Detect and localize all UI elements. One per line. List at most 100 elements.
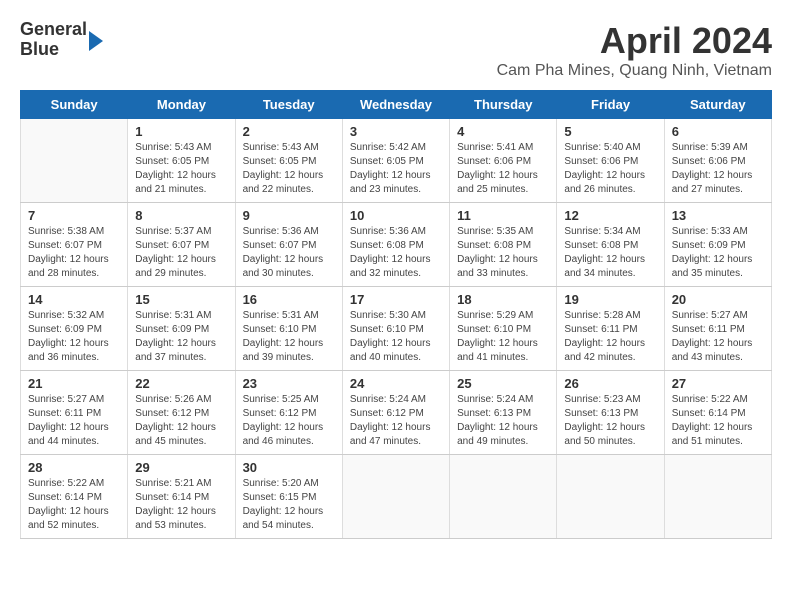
day-info: Sunrise: 5:26 AM Sunset: 6:12 PM Dayligh…	[135, 393, 227, 449]
day-info: Sunrise: 5:43 AM Sunset: 6:05 PM Dayligh…	[135, 141, 227, 197]
day-number: 21	[28, 376, 120, 391]
calendar-day	[450, 455, 557, 539]
calendar-day	[557, 455, 664, 539]
calendar-day: 8 Sunrise: 5:37 AM Sunset: 6:07 PM Daylig…	[128, 203, 235, 287]
day-info: Sunrise: 5:38 AM Sunset: 6:07 PM Dayligh…	[28, 225, 120, 281]
calendar-day: 30 Sunrise: 5:20 AM Sunset: 6:15 PM Dayli…	[235, 455, 342, 539]
calendar-day: 21 Sunrise: 5:27 AM Sunset: 6:11 PM Dayli…	[21, 371, 128, 455]
day-info: Sunrise: 5:35 AM Sunset: 6:08 PM Dayligh…	[457, 225, 549, 281]
day-number: 9	[243, 208, 335, 223]
day-info: Sunrise: 5:34 AM Sunset: 6:08 PM Dayligh…	[564, 225, 656, 281]
day-info: Sunrise: 5:20 AM Sunset: 6:15 PM Dayligh…	[243, 477, 335, 533]
calendar-day: 11 Sunrise: 5:35 AM Sunset: 6:08 PM Dayli…	[450, 203, 557, 287]
logo-arrow-icon	[89, 31, 103, 51]
day-number: 14	[28, 292, 120, 307]
day-info: Sunrise: 5:40 AM Sunset: 6:06 PM Dayligh…	[564, 141, 656, 197]
day-number: 7	[28, 208, 120, 223]
day-number: 20	[672, 292, 764, 307]
calendar-day	[664, 455, 771, 539]
day-number: 29	[135, 460, 227, 475]
day-info: Sunrise: 5:22 AM Sunset: 6:14 PM Dayligh…	[672, 393, 764, 449]
week-row: 7 Sunrise: 5:38 AM Sunset: 6:07 PM Daylig…	[21, 203, 772, 287]
day-info: Sunrise: 5:27 AM Sunset: 6:11 PM Dayligh…	[28, 393, 120, 449]
day-number: 8	[135, 208, 227, 223]
calendar-day: 10Sunrise: 5:36 AM Sunset: 6:08 PM Dayli…	[342, 203, 449, 287]
weekday-header: Monday	[128, 91, 235, 119]
day-number: 25	[457, 376, 549, 391]
calendar-day: 15Sunrise: 5:31 AM Sunset: 6:09 PM Dayli…	[128, 287, 235, 371]
day-number: 19	[564, 292, 656, 307]
calendar-day: 4 Sunrise: 5:41 AM Sunset: 6:06 PM Daylig…	[450, 119, 557, 203]
calendar-day: 13Sunrise: 5:33 AM Sunset: 6:09 PM Dayli…	[664, 203, 771, 287]
calendar-day: 29 Sunrise: 5:21 AM Sunset: 6:14 PM Dayli…	[128, 455, 235, 539]
day-info: Sunrise: 5:37 AM Sunset: 6:07 PM Dayligh…	[135, 225, 227, 281]
day-info: Sunrise: 5:31 AM Sunset: 6:10 PM Dayligh…	[243, 309, 335, 365]
calendar-day: 22 Sunrise: 5:26 AM Sunset: 6:12 PM Dayli…	[128, 371, 235, 455]
day-number: 15	[135, 292, 227, 307]
day-info: Sunrise: 5:36 AM Sunset: 6:08 PM Dayligh…	[350, 225, 442, 281]
calendar-day: 28Sunrise: 5:22 AM Sunset: 6:14 PM Dayli…	[21, 455, 128, 539]
day-info: Sunrise: 5:29 AM Sunset: 6:10 PM Dayligh…	[457, 309, 549, 365]
week-row: 1 Sunrise: 5:43 AM Sunset: 6:05 PM Daylig…	[21, 119, 772, 203]
day-info: Sunrise: 5:24 AM Sunset: 6:13 PM Dayligh…	[457, 393, 549, 449]
day-number: 28	[28, 460, 120, 475]
day-info: Sunrise: 5:27 AM Sunset: 6:11 PM Dayligh…	[672, 309, 764, 365]
calendar-day: 24 Sunrise: 5:24 AM Sunset: 6:12 PM Dayli…	[342, 371, 449, 455]
calendar-day: 9Sunrise: 5:36 AM Sunset: 6:07 PM Daylig…	[235, 203, 342, 287]
calendar-table: SundayMondayTuesdayWednesdayThursdayFrid…	[20, 90, 772, 539]
calendar-day: 25 Sunrise: 5:24 AM Sunset: 6:13 PM Dayli…	[450, 371, 557, 455]
calendar-day	[21, 119, 128, 203]
day-info: Sunrise: 5:24 AM Sunset: 6:12 PM Dayligh…	[350, 393, 442, 449]
day-number: 22	[135, 376, 227, 391]
calendar-day: 5 Sunrise: 5:40 AM Sunset: 6:06 PM Daylig…	[557, 119, 664, 203]
day-number: 26	[564, 376, 656, 391]
calendar-title: April 2024	[497, 20, 772, 62]
day-number: 30	[243, 460, 335, 475]
calendar-day: 16 Sunrise: 5:31 AM Sunset: 6:10 PM Dayli…	[235, 287, 342, 371]
title-section: April 2024 Cam Pha Mines, Quang Ninh, Vi…	[497, 20, 772, 80]
calendar-day: 3 Sunrise: 5:42 AM Sunset: 6:05 PM Daylig…	[342, 119, 449, 203]
day-number: 27	[672, 376, 764, 391]
weekday-header: Tuesday	[235, 91, 342, 119]
calendar-day: 17Sunrise: 5:30 AM Sunset: 6:10 PM Dayli…	[342, 287, 449, 371]
day-info: Sunrise: 5:25 AM Sunset: 6:12 PM Dayligh…	[243, 393, 335, 449]
day-number: 12	[564, 208, 656, 223]
day-number: 16	[243, 292, 335, 307]
week-row: 21 Sunrise: 5:27 AM Sunset: 6:11 PM Dayli…	[21, 371, 772, 455]
calendar-day: 6Sunrise: 5:39 AM Sunset: 6:06 PM Daylig…	[664, 119, 771, 203]
day-info: Sunrise: 5:21 AM Sunset: 6:14 PM Dayligh…	[135, 477, 227, 533]
day-number: 1	[135, 124, 227, 139]
day-number: 23	[243, 376, 335, 391]
day-number: 11	[457, 208, 549, 223]
day-info: Sunrise: 5:42 AM Sunset: 6:05 PM Dayligh…	[350, 141, 442, 197]
day-info: Sunrise: 5:41 AM Sunset: 6:06 PM Dayligh…	[457, 141, 549, 197]
day-info: Sunrise: 5:32 AM Sunset: 6:09 PM Dayligh…	[28, 309, 120, 365]
day-info: Sunrise: 5:23 AM Sunset: 6:13 PM Dayligh…	[564, 393, 656, 449]
calendar-day: 1 Sunrise: 5:43 AM Sunset: 6:05 PM Daylig…	[128, 119, 235, 203]
weekday-header: Saturday	[664, 91, 771, 119]
day-info: Sunrise: 5:33 AM Sunset: 6:09 PM Dayligh…	[672, 225, 764, 281]
page-header: General Blue April 2024 Cam Pha Mines, Q…	[20, 20, 772, 80]
calendar-day: 18 Sunrise: 5:29 AM Sunset: 6:10 PM Dayli…	[450, 287, 557, 371]
weekday-header: Thursday	[450, 91, 557, 119]
calendar-day	[342, 455, 449, 539]
calendar-day: 7 Sunrise: 5:38 AM Sunset: 6:07 PM Daylig…	[21, 203, 128, 287]
day-number: 4	[457, 124, 549, 139]
calendar-day: 2 Sunrise: 5:43 AM Sunset: 6:05 PM Daylig…	[235, 119, 342, 203]
calendar-day: 27 Sunrise: 5:22 AM Sunset: 6:14 PM Dayli…	[664, 371, 771, 455]
day-number: 3	[350, 124, 442, 139]
calendar-day: 12 Sunrise: 5:34 AM Sunset: 6:08 PM Dayli…	[557, 203, 664, 287]
day-number: 6	[672, 124, 764, 139]
day-number: 2	[243, 124, 335, 139]
day-number: 24	[350, 376, 442, 391]
logo-text: General Blue	[20, 20, 87, 60]
logo: General Blue	[20, 20, 103, 60]
day-number: 18	[457, 292, 549, 307]
calendar-day: 23 Sunrise: 5:25 AM Sunset: 6:12 PM Dayli…	[235, 371, 342, 455]
day-info: Sunrise: 5:43 AM Sunset: 6:05 PM Dayligh…	[243, 141, 335, 197]
calendar-day: 26 Sunrise: 5:23 AM Sunset: 6:13 PM Dayli…	[557, 371, 664, 455]
week-row: 28Sunrise: 5:22 AM Sunset: 6:14 PM Dayli…	[21, 455, 772, 539]
day-number: 5	[564, 124, 656, 139]
calendar-day: 19 Sunrise: 5:28 AM Sunset: 6:11 PM Dayli…	[557, 287, 664, 371]
day-info: Sunrise: 5:28 AM Sunset: 6:11 PM Dayligh…	[564, 309, 656, 365]
